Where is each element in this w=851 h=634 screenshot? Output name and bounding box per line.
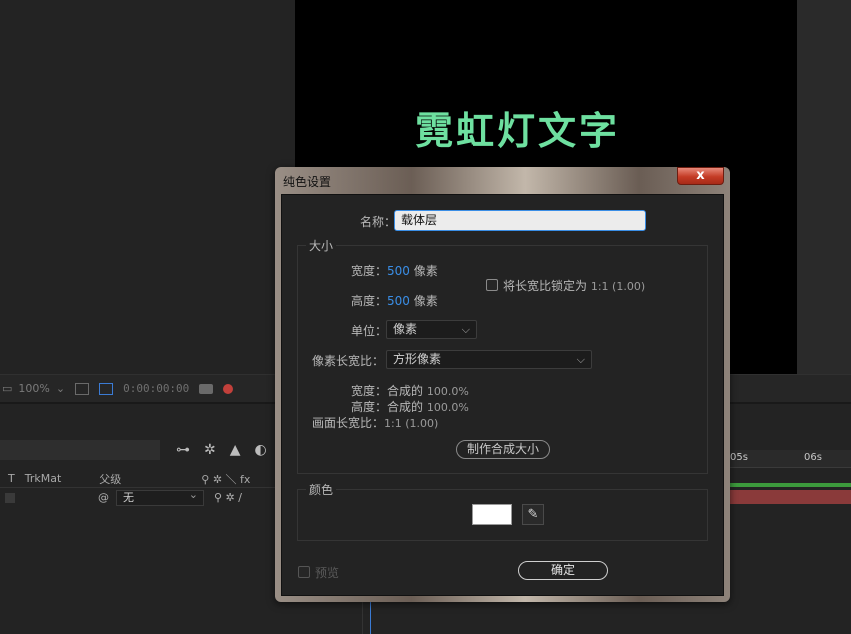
frame-aspect-row: 画面长宽比：1:1 (1.00) xyxy=(312,416,439,430)
parent-select[interactable]: 无 xyxy=(116,488,204,506)
color-dot-icon[interactable] xyxy=(223,383,234,394)
column-t: T xyxy=(8,472,15,485)
make-comp-size-button[interactable]: 制作合成大小 xyxy=(456,440,550,459)
chevron-down-icon: ⌵ xyxy=(576,353,585,366)
frame-blend-icon[interactable]: ▲ xyxy=(230,442,241,458)
close-button[interactable]: x xyxy=(677,167,724,185)
height-value[interactable]: 500 xyxy=(387,294,410,308)
lock-aspect-checkbox[interactable] xyxy=(486,279,498,291)
layer-switches-icon[interactable]: ⚲ ✲ ∕ xyxy=(214,491,242,504)
size-group-title: 大小 xyxy=(306,237,337,254)
composition-text: 霓虹灯文字 xyxy=(415,109,621,153)
units-label: 单位： xyxy=(351,324,388,338)
eyedropper-icon[interactable]: ✎ xyxy=(522,504,544,525)
color-swatch[interactable] xyxy=(472,504,512,525)
solid-settings-dialog: 纯色设置 x 名称： 载体层 大小 宽度：500 像素 高度：500 像素 将长… xyxy=(275,167,730,602)
chevron-down-icon: ⌵ xyxy=(461,323,470,336)
timeline-tools: ⊶ ✲ ▲ ◐ xyxy=(176,442,267,458)
units-select[interactable]: 像素 ⌵ xyxy=(386,320,477,339)
shy-icon[interactable]: ✲ xyxy=(204,442,216,458)
graph-icon[interactable]: ⊶ xyxy=(176,442,190,458)
work-area-bar[interactable] xyxy=(728,483,851,487)
zoom-value: 100% xyxy=(18,382,50,395)
zoom-select[interactable]: ▭ 100% ⌄ xyxy=(2,382,65,395)
width-value[interactable]: 500 xyxy=(387,264,410,278)
ruler-mark: 05s xyxy=(730,452,748,463)
time-ruler[interactable]: 05s 06s xyxy=(728,450,851,468)
switches-icon: ⚲ ✲ ＼ fx xyxy=(201,472,251,486)
lock-aspect-label: 将长宽比锁定为 1:1 (1.00) xyxy=(503,279,646,293)
comp-height-row: 高度：合成的 100.0% xyxy=(351,400,469,414)
camera-icon[interactable] xyxy=(199,383,214,394)
side-panel xyxy=(797,0,851,374)
preview-checkbox[interactable] xyxy=(298,566,310,578)
dialog-title: 纯色设置 xyxy=(283,175,332,189)
column-trkmat: TrkMat xyxy=(24,472,62,485)
project-panel xyxy=(0,0,295,374)
preview-label: 预览 xyxy=(315,566,340,580)
chevron-down-icon: ⌄ xyxy=(55,382,66,395)
ruler-mark: 06s xyxy=(804,452,822,463)
monitor-icon: ▭ xyxy=(2,382,13,395)
layer-checkbox[interactable] xyxy=(5,493,15,503)
ok-button[interactable]: 确定 xyxy=(518,561,608,580)
layer-bar[interactable] xyxy=(728,490,851,504)
timecode[interactable]: 0:00:00:00 xyxy=(123,382,189,395)
motion-blur-icon[interactable]: ◐ xyxy=(255,442,267,458)
comp-width-row: 宽度：合成的 100.0% xyxy=(351,384,469,398)
height-row: 高度：500 像素 xyxy=(351,294,438,308)
dialog-body: 名称： 载体层 大小 宽度：500 像素 高度：500 像素 将长宽比锁定为 1… xyxy=(281,194,724,596)
region-icon[interactable] xyxy=(99,382,114,395)
pixel-aspect-select[interactable]: 方形像素 ⌵ xyxy=(386,350,592,369)
timeline-search[interactable] xyxy=(0,440,160,460)
name-label: 名称： xyxy=(360,215,397,229)
color-group-title: 颜色 xyxy=(306,481,337,498)
pixel-aspect-label: 像素长宽比： xyxy=(312,354,385,368)
pickwhip-icon[interactable]: @ xyxy=(98,491,109,504)
grid-icon[interactable] xyxy=(75,382,90,395)
size-group: 大小 宽度：500 像素 高度：500 像素 将长宽比锁定为 1:1 (1.00… xyxy=(297,237,708,474)
name-input[interactable]: 载体层 xyxy=(394,210,646,231)
column-parent: 父级 xyxy=(99,472,122,486)
width-row: 宽度：500 像素 xyxy=(351,264,438,278)
